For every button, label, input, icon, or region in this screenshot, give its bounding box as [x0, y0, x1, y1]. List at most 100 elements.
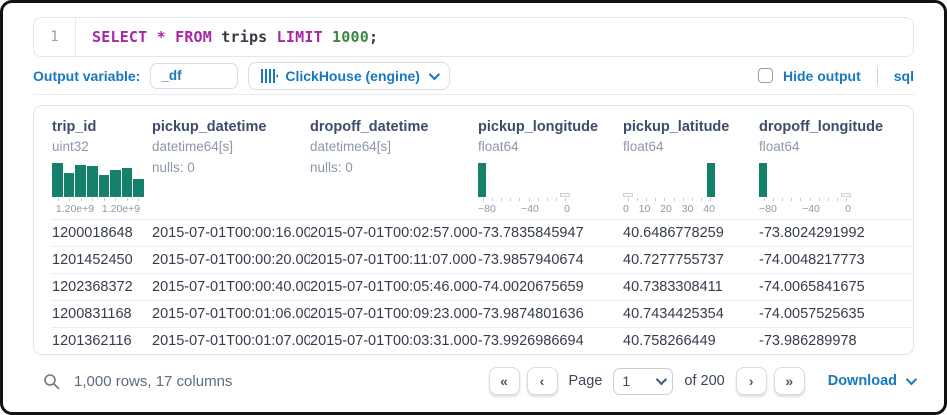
column-histogram: −80−400	[478, 163, 570, 215]
histogram-bars	[759, 163, 851, 197]
axis-tick-label: 0	[845, 203, 851, 215]
histogram-axis-labels: 010203040	[623, 203, 715, 215]
table-cell: -73.9874801636	[478, 306, 623, 322]
axis-tick-label: 20	[660, 203, 672, 215]
sql-token: *	[157, 28, 166, 46]
tick-mark	[533, 198, 542, 202]
column-nulls: nulls: 0	[310, 160, 353, 175]
histogram-bar	[110, 170, 121, 197]
histogram-axis-labels: 1.20e+9 1.20e+9	[52, 203, 144, 215]
table-header-row: trip_iduint321.20e+91.20e+9pickup_dateti…	[52, 106, 913, 217]
column-header-pickup_longitude: pickup_longitudefloat64−80−400	[478, 118, 623, 217]
column-histogram: −80−400	[759, 163, 851, 215]
column-extra: nulls: 0	[310, 159, 468, 217]
results-table-card: trip_iduint321.20e+91.20e+9pickup_dateti…	[33, 105, 914, 355]
tick-mark	[487, 198, 496, 202]
table-cell: 40.758266449	[623, 333, 759, 349]
tick-mark	[121, 198, 133, 202]
tick-mark	[796, 198, 805, 202]
sql-token: FROM	[175, 28, 212, 46]
hide-output-checkbox[interactable]	[758, 68, 773, 83]
axis-tick-label: 0	[623, 203, 629, 215]
tick-mark	[651, 198, 660, 202]
tick-mark	[506, 198, 515, 202]
search-icon[interactable]	[43, 373, 60, 390]
clickhouse-bars-icon	[261, 69, 278, 83]
tick-mark	[75, 198, 87, 202]
chevron-down-icon	[656, 374, 667, 385]
chevron-down-icon	[906, 374, 917, 385]
table-cell: -74.0048217773	[759, 252, 913, 268]
histogram-ticks	[52, 198, 144, 202]
axis-tick-label: 1.20e+9	[102, 203, 140, 215]
table-cell: -73.9857940674	[478, 252, 623, 268]
toolbar-divider	[877, 67, 878, 85]
tick-mark	[98, 198, 110, 202]
histogram-bar	[99, 175, 110, 197]
table-row: 12023683722015-07-01T00:00:40.0002015-07…	[52, 273, 913, 300]
column-name: trip_id	[52, 118, 142, 137]
row-column-summary: 1,000 rows, 17 columns	[74, 373, 232, 390]
column-header-trip_id: trip_iduint321.20e+91.20e+9	[52, 118, 152, 217]
sql-editor[interactable]: 1 SELECT * FROM trips LIMIT 1000;	[33, 17, 914, 57]
histogram-bars	[478, 163, 570, 197]
histogram-bar	[133, 179, 144, 197]
sql-token	[323, 28, 332, 46]
table-cell: 40.7277755737	[623, 252, 759, 268]
histogram-bar	[87, 166, 98, 197]
table-cell: -73.9926986694	[478, 333, 623, 349]
table-cell: 1201452450	[52, 252, 152, 268]
tick-mark	[706, 198, 715, 202]
axis-tick-label: 0	[564, 203, 570, 215]
page-label: Page	[569, 373, 603, 389]
column-name: pickup_datetime	[152, 118, 300, 137]
histogram-bar	[707, 163, 715, 197]
table-cell: 1202368372	[52, 279, 152, 295]
axis-tick-label: 1.20e+9	[56, 203, 94, 215]
sql-token	[166, 28, 175, 46]
column-nulls: nulls: 0	[152, 160, 195, 175]
table-cell: 2015-07-01T00:03:31.000	[310, 333, 478, 349]
tick-mark	[87, 198, 99, 202]
histogram-bar	[560, 193, 570, 197]
tick-mark	[660, 198, 669, 202]
column-header-pickup_datetime: pickup_datetimedatetime64[s]nulls: 0	[152, 118, 310, 217]
tick-mark	[787, 198, 796, 202]
output-variable-input[interactable]	[150, 63, 238, 89]
download-dropdown[interactable]: Download	[828, 373, 914, 389]
column-header-pickup_latitude: pickup_latitudefloat64010203040	[623, 118, 759, 217]
engine-label: ClickHouse (engine)	[285, 68, 420, 84]
column-extra: 010203040	[623, 159, 749, 217]
column-header-dropoff_datetime: dropoff_datetimedatetime64[s]nulls: 0	[310, 118, 478, 217]
tick-mark	[64, 198, 76, 202]
sql-code[interactable]: SELECT * FROM trips LIMIT 1000;	[76, 18, 378, 56]
tick-mark	[515, 198, 524, 202]
language-tag[interactable]: sql	[894, 68, 914, 84]
column-dtype: float64	[623, 138, 749, 156]
tick-mark	[623, 198, 632, 202]
tick-mark	[759, 198, 768, 202]
column-extra: 1.20e+9 1.20e+9	[52, 159, 142, 217]
tick-mark	[814, 198, 823, 202]
column-histogram: 1.20e+9 1.20e+9	[52, 163, 144, 215]
tick-mark	[542, 198, 551, 202]
first-page-button[interactable]: «	[489, 367, 520, 395]
histogram-bar	[52, 163, 63, 197]
last-page-button[interactable]: »	[774, 367, 805, 395]
axis-tick-label: −80	[478, 203, 496, 215]
table-row: 12000186482015-07-01T00:00:16.0002015-07…	[52, 219, 913, 246]
histogram-bar	[623, 193, 633, 197]
column-extra: −80−400	[478, 159, 613, 217]
tick-mark	[110, 198, 122, 202]
column-extra: −80−400	[759, 159, 903, 217]
page-select[interactable]: 1	[613, 368, 673, 395]
table-cell: 40.7383308411	[623, 279, 759, 295]
next-page-button[interactable]: ›	[736, 367, 767, 395]
table-cell: 2015-07-01T00:09:23.000	[310, 306, 478, 322]
prev-page-button[interactable]: ‹	[527, 367, 558, 395]
table-cell: 2015-07-01T00:00:20.000	[152, 252, 310, 268]
hide-output-label[interactable]: Hide output	[783, 68, 861, 84]
table-cell: -74.0065841675	[759, 279, 913, 295]
engine-selector-button[interactable]: ClickHouse (engine)	[248, 62, 450, 90]
tick-mark	[478, 198, 487, 202]
